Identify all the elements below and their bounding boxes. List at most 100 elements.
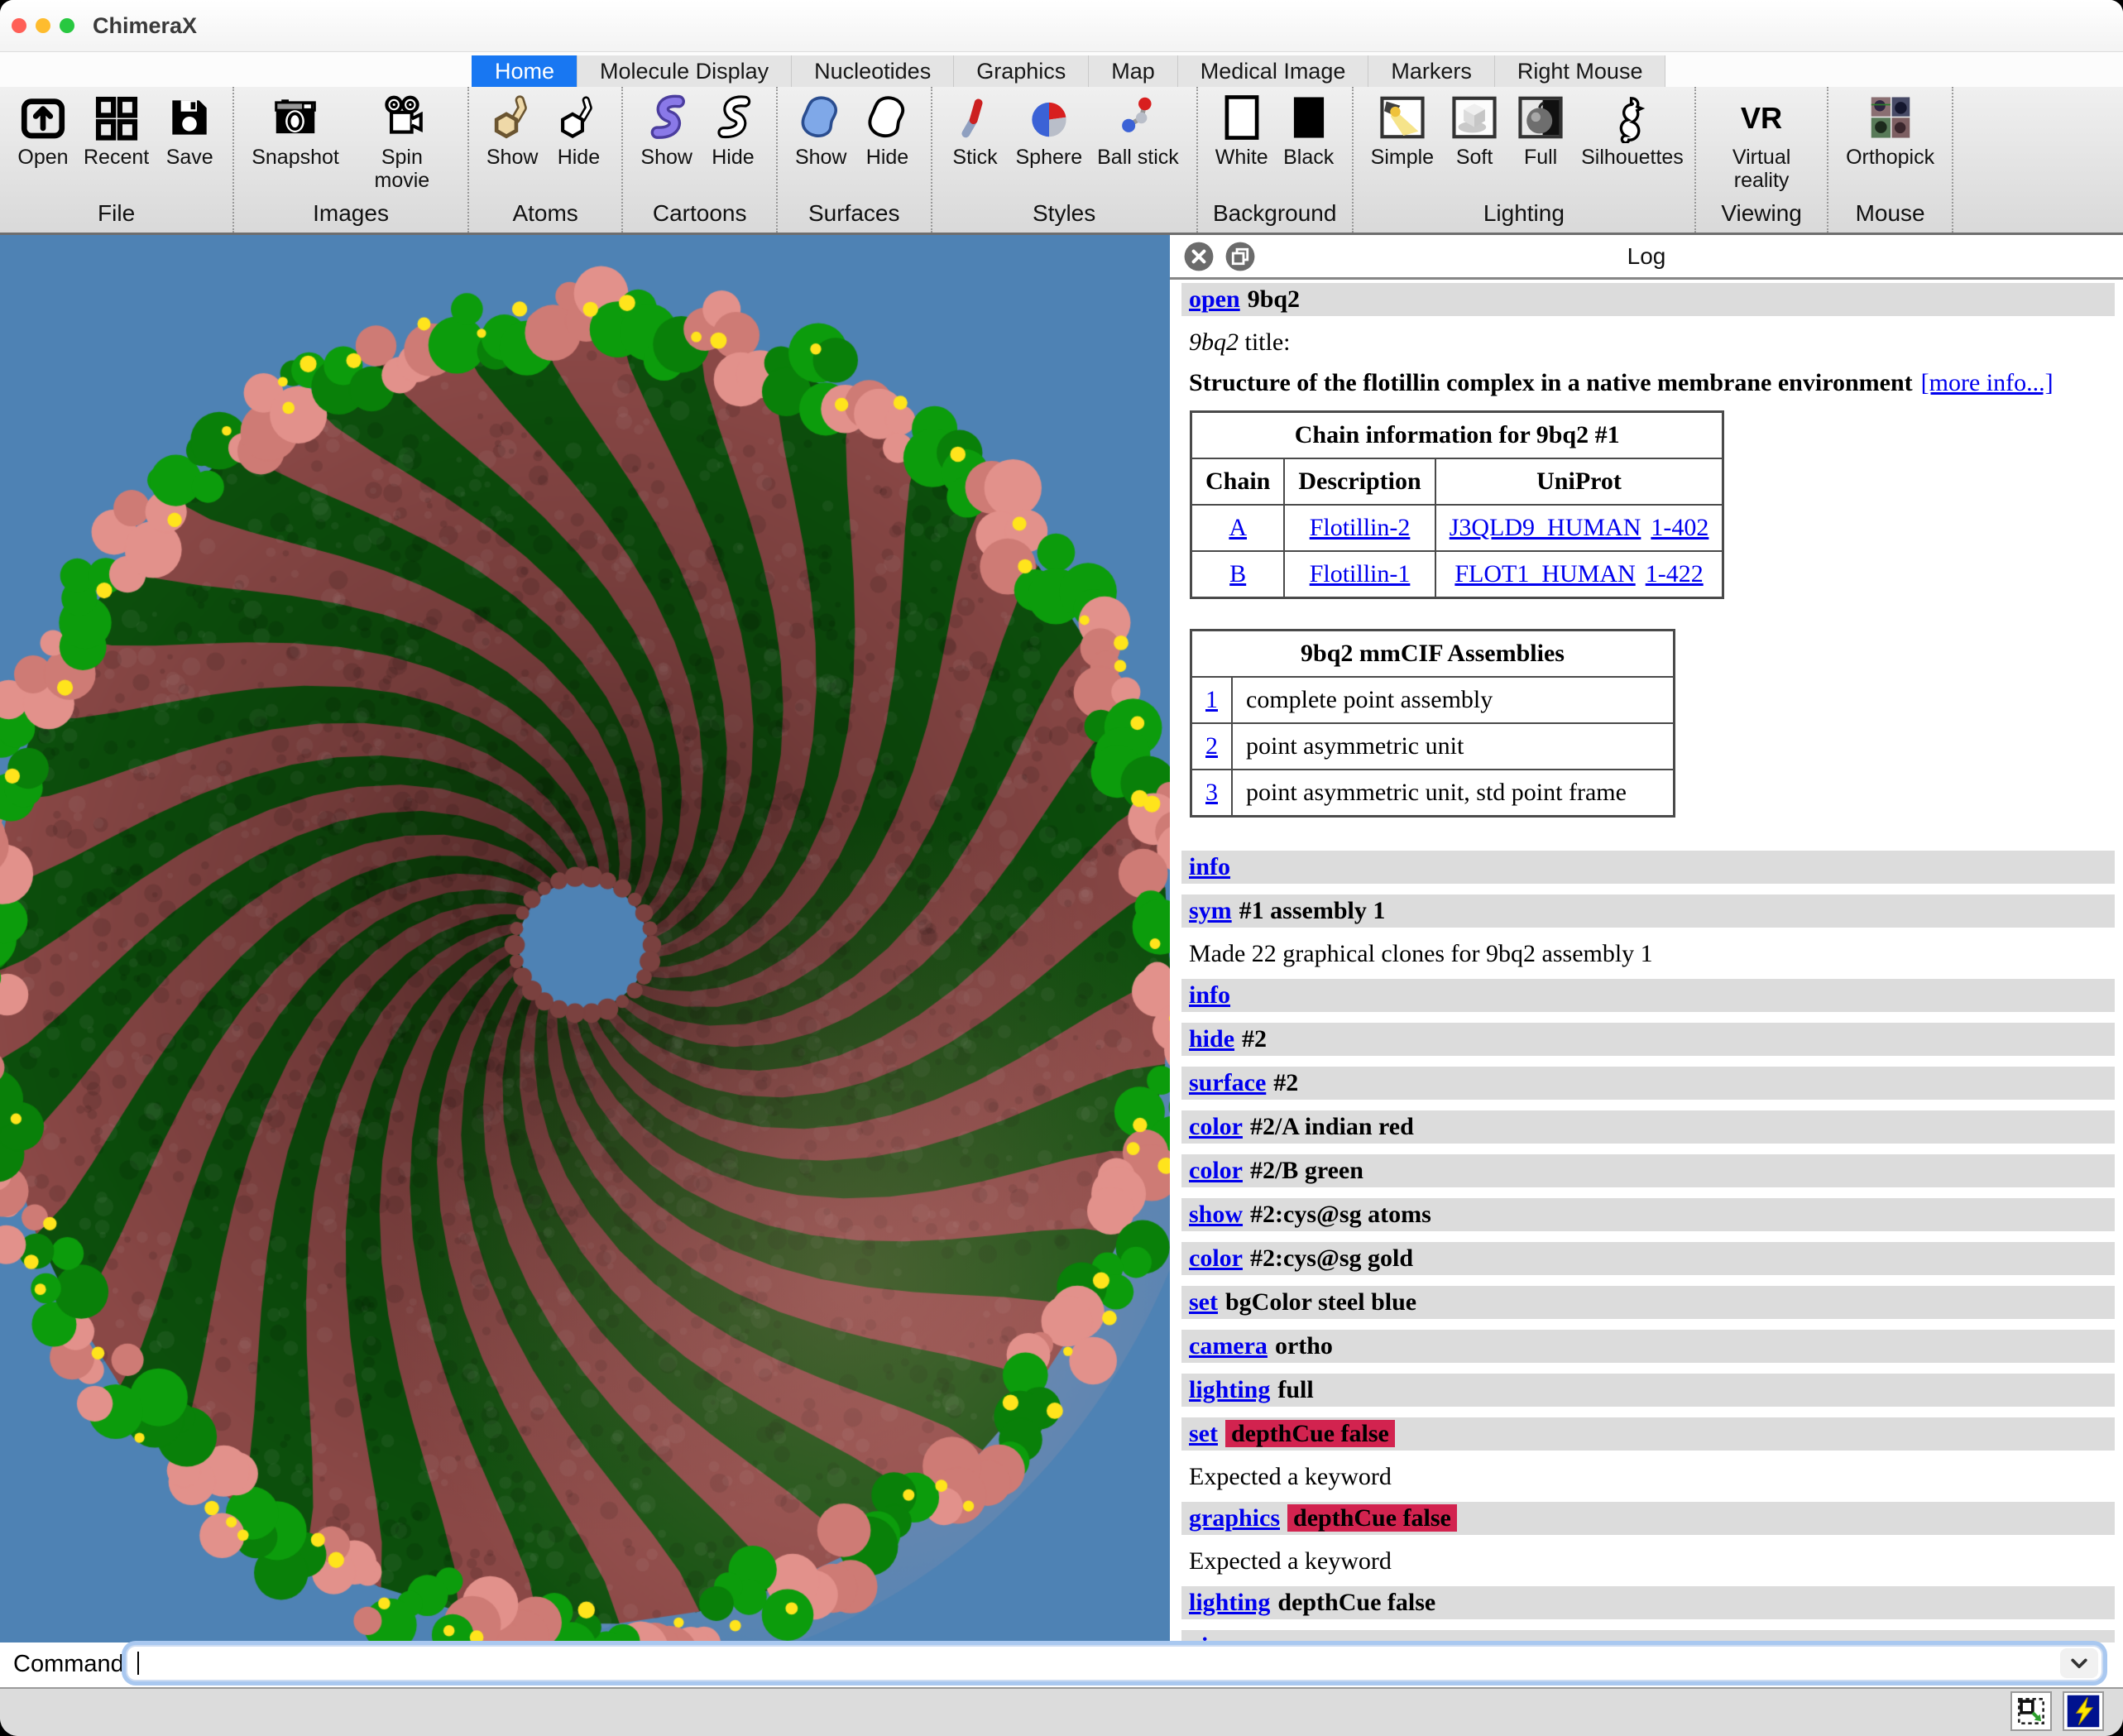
toolbar-button-lighting-simple[interactable]: Simple (1363, 90, 1441, 200)
toolbar-button-cartoons-hide[interactable]: Hide (700, 90, 766, 200)
log-command-link[interactable]: view (1189, 1633, 1237, 1642)
toolbar-group-label: Background (1208, 200, 1342, 233)
log-output-text: title: (1239, 328, 1291, 356)
black-background-icon (1283, 92, 1335, 143)
table-row: A Flotillin-2 J3QLD9_HUMAN 1-402 (1191, 505, 1723, 551)
log-command-link[interactable]: color (1189, 1157, 1243, 1184)
toolbar-button-file-recent[interactable]: Recent (76, 90, 156, 200)
toolbar-button-label: Spin movie (354, 146, 450, 194)
toolbar-button-mouse-orthopick[interactable]: Orthopick (1838, 90, 1942, 200)
tab-medical-image[interactable]: Medical Image (1177, 55, 1368, 87)
selection-box-icon[interactable] (2010, 1691, 2052, 1731)
chain-col-header: Chain (1191, 458, 1285, 505)
toolbar-button-atoms-show[interactable]: Show (479, 90, 546, 200)
toolbar-group-mouse: OrthopickMouse (1828, 87, 1953, 233)
close-window-button[interactable] (12, 18, 26, 33)
toolbar-button-surfaces-hide[interactable]: Hide (855, 90, 921, 200)
log-command-link[interactable]: sym (1189, 897, 1232, 924)
toolbar-button-file-save[interactable]: Save (156, 90, 223, 200)
toolbar-button-lighting-silhouettes[interactable]: Silhouettes (1574, 90, 1685, 200)
chain-link[interactable]: A (1229, 514, 1247, 541)
toolbar-button-label: Recent (84, 146, 149, 194)
log-command-history: infosym#1 assembly 1Made 22 graphical cl… (1181, 851, 2115, 1642)
log-command-link[interactable]: set (1189, 1288, 1218, 1316)
cartoons-hide-icon (707, 92, 759, 143)
tab-markers[interactable]: Markers (1368, 55, 1494, 87)
save-icon (164, 92, 215, 143)
assembly-link[interactable]: 3 (1205, 779, 1218, 806)
toolbar-button-viewing-virtual-reality[interactable]: VRVirtual reality (1706, 90, 1817, 200)
log-close-icon[interactable] (1183, 241, 1215, 272)
tab-molecule-display[interactable]: Molecule Display (577, 55, 791, 87)
log-command-link[interactable]: info (1189, 853, 1230, 880)
surfaces-hide-icon (862, 92, 913, 143)
log-command-row: lightingfull (1181, 1374, 2115, 1407)
description-link[interactable]: Flotillin-1 (1310, 560, 1411, 587)
toolbar-button-styles-stick[interactable]: Stick (942, 90, 1009, 200)
toolbar-group-label: Atoms (479, 200, 612, 233)
tab-home[interactable]: Home (472, 55, 577, 87)
uniprot-name-link[interactable]: FLOT1_HUMAN (1454, 560, 1635, 587)
minimize-window-button[interactable] (36, 18, 50, 33)
lightning-icon[interactable] (2063, 1691, 2104, 1731)
log-float-icon[interactable] (1224, 241, 1256, 272)
description-link[interactable]: Flotillin-2 (1310, 514, 1411, 541)
uniprot-name-link[interactable]: J3QLD9_HUMAN (1450, 514, 1641, 541)
log-command-link[interactable]: open (1189, 285, 1240, 313)
log-command-row: view (1181, 1630, 2115, 1642)
toolbar-button-images-spin-movie[interactable]: Spin movie (347, 90, 458, 200)
tab-map[interactable]: Map (1088, 55, 1177, 87)
chevron-down-icon (2065, 1649, 2093, 1677)
log-command-link[interactable]: set (1189, 1420, 1218, 1447)
toolbar-button-lighting-full[interactable]: Full (1507, 90, 1574, 200)
more-info-link[interactable]: [more info...] (1921, 369, 2054, 396)
log-output: Expected a keyword (1181, 1546, 2115, 1577)
log-command-link[interactable]: surface (1189, 1069, 1266, 1096)
toolbar-button-background-white[interactable]: White (1208, 90, 1276, 200)
tab-graphics[interactable]: Graphics (953, 55, 1088, 87)
toolbar-group-images: SnapshotSpin movie Images (234, 87, 469, 233)
toolbar-button-background-black[interactable]: Black (1276, 90, 1342, 200)
log-output: Structure of the flotillin complex in a … (1181, 367, 2115, 399)
toolbar-button-cartoons-show[interactable]: Show (633, 90, 700, 200)
table-row: B Flotillin-1 FLOT1_HUMAN 1-422 (1191, 551, 1723, 598)
toolbar-group-label: Viewing (1706, 200, 1817, 233)
ribbon-tabs: HomeMolecule DisplayNucleotidesGraphicsM… (472, 55, 1665, 87)
toolbar-button-styles-ball-stick[interactable]: Ball stick (1090, 90, 1186, 200)
command-input[interactable] (126, 1645, 2103, 1681)
toolbar-button-atoms-hide[interactable]: Hide (545, 90, 611, 200)
chain-info-table: Chain information for 9bq2 #1 Chain Desc… (1190, 410, 1724, 599)
log-command-args: #2/A indian red (1250, 1113, 1414, 1140)
chain-link[interactable]: B (1229, 560, 1246, 587)
log-command-link[interactable]: show (1189, 1201, 1243, 1228)
assembly-link[interactable]: 1 (1205, 686, 1218, 713)
full-lighting-icon (1515, 92, 1566, 143)
tab-right-mouse[interactable]: Right Mouse (1494, 55, 1666, 87)
toolbar-group-styles: StickSphereBall stickStyles (932, 87, 1198, 233)
log-command-link[interactable]: info (1189, 981, 1230, 1009)
zoom-window-button[interactable] (60, 18, 74, 33)
toolbar-button-styles-sphere[interactable]: Sphere (1009, 90, 1090, 200)
log-panel: Log open9bq2 9bq2 title: Structure of th… (1170, 235, 2123, 1642)
log-command-link[interactable]: camera (1189, 1332, 1268, 1360)
3d-viewport[interactable] (0, 235, 1170, 1642)
log-command-link[interactable]: lighting (1189, 1376, 1270, 1403)
uniprot-range-link[interactable]: 1-422 (1646, 560, 1704, 587)
log-command-link[interactable]: lighting (1189, 1589, 1270, 1616)
command-history-dropdown[interactable] (2060, 1648, 2098, 1678)
log-command-link[interactable]: color (1189, 1113, 1243, 1140)
log-command-link[interactable]: graphics (1189, 1504, 1280, 1532)
toolbar-button-file-open[interactable]: Open (10, 90, 76, 200)
toolbar-group-label: Images (244, 200, 458, 233)
toolbar-button-label: Open (17, 146, 68, 194)
toolbar-group-label: Surfaces (788, 200, 921, 233)
log-command-link[interactable]: color (1189, 1244, 1243, 1272)
log-command-link[interactable]: hide (1189, 1025, 1234, 1053)
description-col-header: Description (1284, 458, 1435, 505)
assembly-link[interactable]: 2 (1205, 732, 1218, 760)
uniprot-range-link[interactable]: 1-402 (1651, 514, 1708, 541)
toolbar-button-lighting-soft[interactable]: Soft (1441, 90, 1507, 200)
toolbar-button-images-snapshot[interactable]: Snapshot (244, 90, 347, 200)
tab-nucleotides[interactable]: Nucleotides (791, 55, 953, 87)
toolbar-button-surfaces-show[interactable]: Show (788, 90, 855, 200)
